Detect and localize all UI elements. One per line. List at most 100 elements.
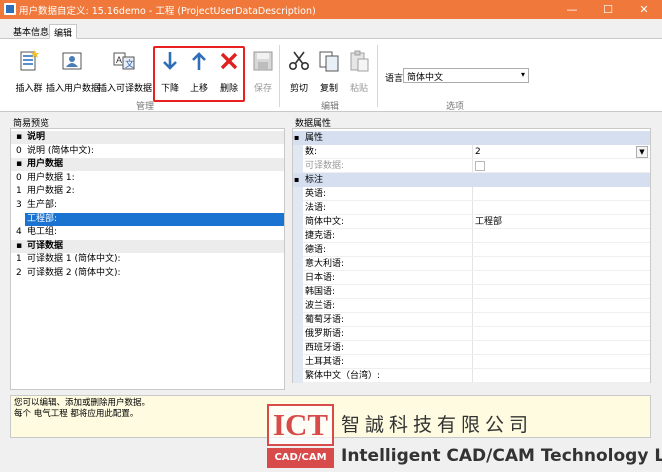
- property-name: 法语:: [305, 203, 327, 213]
- column-separator: [472, 243, 473, 257]
- svg-text:A: A: [116, 55, 122, 65]
- property-row[interactable]: 西班牙语:: [293, 341, 650, 355]
- property-row[interactable]: 英语:: [293, 187, 650, 201]
- insert-group-button[interactable]: 插入群: [12, 43, 46, 99]
- list-item-label: 可译数据 1 (简体中文):: [27, 254, 121, 265]
- window-title: 用户数据自定义: 15.16demo - 工程 (ProjectUserData…: [19, 6, 316, 17]
- language-select[interactable]: 简体中文 ▾: [403, 68, 529, 83]
- row-gutter: [293, 369, 303, 383]
- property-name: 意大利语:: [305, 259, 345, 269]
- property-name: 西班牙语:: [305, 343, 345, 353]
- property-row[interactable]: 葡萄牙语:: [293, 313, 650, 327]
- property-row[interactable]: 韩国语:: [293, 285, 650, 299]
- property-name: 捷克语:: [305, 231, 336, 241]
- property-name: 简体中文:: [305, 217, 345, 227]
- property-row[interactable]: 繁体中文（台湾）:: [293, 369, 650, 383]
- row-gutter: [293, 201, 303, 215]
- category-labels-row[interactable]: ▪ 标注: [293, 173, 650, 187]
- property-row[interactable]: 日本语:: [293, 271, 650, 285]
- column-separator: [472, 229, 473, 243]
- list-item[interactable]: 0 用户数据 1:: [11, 172, 284, 185]
- column-separator: [472, 327, 473, 341]
- row-gutter: [293, 313, 303, 327]
- list-item-label: 可译数据: [27, 240, 64, 251]
- column-separator: [472, 285, 473, 299]
- collapse-icon: ▪: [16, 240, 23, 251]
- property-row[interactable]: 德语:: [293, 243, 650, 257]
- ict-logo-text: ICT: [267, 404, 334, 446]
- property-row[interactable]: 法语:: [293, 201, 650, 215]
- property-grid[interactable]: ▪ 属性 数: 2 ▼ 可译数据: ▪ 标注 英语: 法语: 简体中文: 工程部 捷克语…: [292, 128, 651, 383]
- ribbon-divider: [279, 45, 280, 107]
- column-separator: [472, 201, 473, 215]
- close-button[interactable]: ✕: [626, 0, 662, 19]
- company-name-cn: 智誠科技有限公司: [341, 414, 534, 436]
- list-item-label: 说明 (简体中文):: [27, 145, 94, 156]
- translate-icon: A 文: [113, 52, 135, 70]
- property-value[interactable]: 工程部: [475, 215, 502, 229]
- list-section-header[interactable]: ▪ 可译数据: [11, 239, 284, 253]
- paste-button[interactable]: 粘贴: [346, 43, 372, 99]
- options-group-label: 选项: [445, 102, 464, 112]
- property-row[interactable]: 简体中文: 工程部: [293, 215, 650, 229]
- maximize-button[interactable]: ☐: [590, 0, 626, 19]
- property-row[interactable]: 波兰语:: [293, 299, 650, 313]
- list-item[interactable]: 2 可译数据 2 (简体中文):: [11, 267, 284, 280]
- list-item-index: 0: [16, 145, 22, 156]
- language-label: 语言: [385, 74, 404, 84]
- list-item-label: 用户数据: [27, 159, 64, 170]
- property-row[interactable]: 意大利语:: [293, 257, 650, 271]
- insert-user-data-label: 插入用户数据: [46, 84, 101, 94]
- insert-translatable-data-button[interactable]: A 文 插入可译数据: [98, 43, 152, 99]
- list-item[interactable]: 4 电工组:: [11, 226, 284, 239]
- row-gutter: [293, 145, 303, 159]
- count-row[interactable]: 数: 2 ▼: [293, 145, 650, 159]
- property-name: 波兰语:: [305, 301, 336, 311]
- translatable-checkbox[interactable]: [475, 161, 485, 171]
- property-row[interactable]: 土耳其语:: [293, 355, 650, 369]
- list-item-label: 说明: [27, 132, 46, 142]
- ribbon: 插入群 插入用户数据 A 文 插入可译数据 下降 上移 删除 保存 管理 剪切 …: [0, 39, 662, 112]
- count-value: 2: [475, 147, 481, 157]
- list-item[interactable]: 0 说明 (简体中文):: [11, 145, 284, 158]
- tab-edit[interactable]: 编辑: [49, 24, 78, 39]
- insert-group-label: 插入群: [15, 84, 43, 94]
- tab-basic-info[interactable]: 基本信息: [9, 24, 53, 39]
- column-separator: [472, 159, 473, 173]
- app-icon: [4, 3, 16, 15]
- list-item[interactable]: 工程部:: [11, 212, 284, 226]
- scissors-icon: [288, 51, 310, 71]
- list-section-header[interactable]: ▪ 用户数据: [11, 158, 284, 172]
- list-section-header[interactable]: ▪ 说明: [11, 131, 284, 144]
- column-separator: [472, 271, 473, 285]
- category-properties-row[interactable]: ▪ 属性: [293, 131, 650, 145]
- title-bar: 用户数据自定义: 15.16demo - 工程 (ProjectUserData…: [0, 0, 662, 19]
- row-gutter: [293, 285, 303, 299]
- chevron-down-icon[interactable]: ▼: [636, 146, 648, 158]
- category-properties-label: 属性: [305, 133, 324, 143]
- preview-list[interactable]: ▪ 说明 0 说明 (简体中文): ▪ 用户数据 0 用户数据 1: 1 用户数据 2: 3 生产部:…: [10, 128, 285, 390]
- column-separator: [472, 369, 473, 383]
- minimize-button[interactable]: —: [554, 0, 590, 19]
- list-item[interactable]: 3 生产部:: [11, 199, 284, 212]
- property-name: 俄罗斯语:: [305, 329, 345, 339]
- copy-button[interactable]: 复制: [316, 43, 342, 99]
- collapse-icon: ▪: [294, 133, 300, 142]
- row-gutter: [293, 299, 303, 313]
- property-row[interactable]: 俄罗斯语:: [293, 327, 650, 341]
- ict-logo: ICT CAD/CAM: [267, 404, 334, 468]
- property-row[interactable]: 捷克语:: [293, 229, 650, 243]
- cut-button[interactable]: 剪切: [286, 43, 312, 99]
- row-gutter: [293, 355, 303, 369]
- ribbon-tabs: 基本信息 编辑: [0, 19, 662, 39]
- save-button[interactable]: 保存: [250, 43, 276, 99]
- list-item[interactable]: 1 用户数据 2:: [11, 185, 284, 198]
- chevron-down-icon: ▾: [520, 70, 525, 79]
- row-gutter: [293, 257, 303, 271]
- list-item-index: 3: [16, 200, 22, 210]
- insert-user-data-button[interactable]: 插入用户数据: [46, 43, 101, 99]
- column-separator: [472, 313, 473, 327]
- list-item-index: 4: [16, 227, 22, 238]
- row-gutter: [293, 215, 303, 229]
- list-item[interactable]: 1 可译数据 1 (简体中文):: [11, 253, 284, 266]
